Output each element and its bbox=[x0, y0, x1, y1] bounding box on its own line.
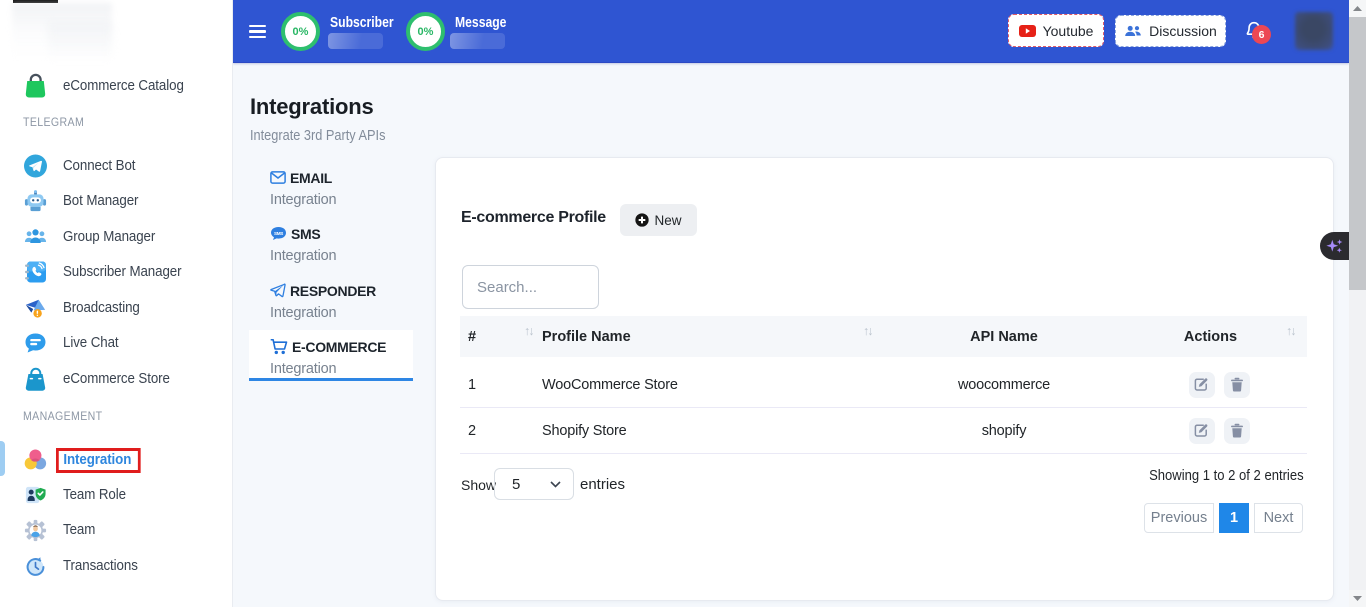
svg-text:SMS: SMS bbox=[274, 231, 283, 236]
